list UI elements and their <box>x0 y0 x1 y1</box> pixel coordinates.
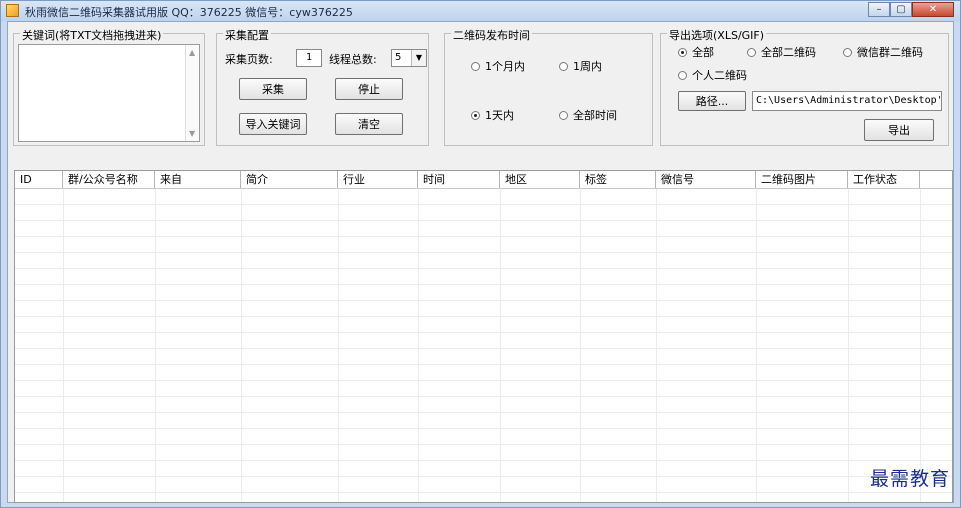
import-keywords-button[interactable]: 导入关键词 <box>239 113 307 135</box>
radio-export-all-label: 全部 <box>692 46 714 59</box>
column-header-wechat-id[interactable]: 微信号 <box>656 171 756 188</box>
column-header-industry[interactable]: 行业 <box>338 171 418 188</box>
column-header-intro[interactable]: 简介 <box>241 171 338 188</box>
radio-export-group-qr-indicator <box>843 47 852 57</box>
radio-one-day-indicator <box>471 110 480 120</box>
radio-export-all[interactable]: 全部 <box>678 44 714 60</box>
radio-export-personal-qr-label: 个人二维码 <box>692 69 747 82</box>
watermark: 最需教育 <box>869 468 950 490</box>
results-table[interactable]: ID 群/公众号名称 来自 简介 行业 时间 地区 标签 微信号 二维码图片 工… <box>14 170 953 503</box>
column-divider <box>155 189 156 502</box>
app-icon <box>6 4 19 17</box>
column-divider <box>920 189 921 502</box>
keywords-scrollbar[interactable]: ▲ ▼ <box>185 45 199 141</box>
pages-label: 采集页数: <box>225 53 273 66</box>
window-title: 秋雨微信二维码采集器试用版 QQ：376225 微信号：cyw376225 <box>25 6 353 19</box>
keywords-textarea[interactable]: ▲ ▼ <box>18 44 200 142</box>
column-header-status[interactable]: 工作状态 <box>848 171 920 188</box>
column-divider <box>63 189 64 502</box>
radio-one-week-indicator <box>559 61 568 71</box>
path-button[interactable]: 路径... <box>678 91 746 111</box>
close-button[interactable]: ✕ <box>912 2 954 17</box>
collect-config-legend: 采集配置 <box>223 27 271 43</box>
app-window: 秋雨微信二维码采集器试用版 QQ：376225 微信号：cyw376225 – … <box>0 0 961 508</box>
publish-time-group: 二维码发布时间 1个月内 1周内 1天内 全部时间 <box>444 27 653 146</box>
radio-one-week[interactable]: 1周内 <box>559 58 602 74</box>
radio-one-week-label: 1周内 <box>573 60 602 73</box>
pages-input[interactable]: 1 <box>296 49 322 67</box>
column-header-tags[interactable]: 标签 <box>580 171 656 188</box>
threads-label: 线程总数: <box>329 53 377 66</box>
column-header-name[interactable]: 群/公众号名称 <box>63 171 155 188</box>
column-header-qr-image[interactable]: 二维码图片 <box>756 171 848 188</box>
radio-one-day[interactable]: 1天内 <box>471 107 514 123</box>
radio-export-group-qr[interactable]: 微信群二维码 <box>843 44 923 60</box>
scroll-up-icon[interactable]: ▲ <box>189 48 195 57</box>
export-button[interactable]: 导出 <box>864 119 934 141</box>
radio-all-time[interactable]: 全部时间 <box>559 107 617 123</box>
radio-one-day-label: 1天内 <box>485 109 514 122</box>
column-header-region[interactable]: 地区 <box>500 171 580 188</box>
radio-export-all-qr-indicator <box>747 47 756 57</box>
radio-one-month-indicator <box>471 61 480 71</box>
radio-export-all-qr-label: 全部二维码 <box>761 46 816 59</box>
radio-export-personal-qr[interactable]: 个人二维码 <box>678 67 747 83</box>
column-divider <box>656 189 657 502</box>
collect-button[interactable]: 采集 <box>239 78 307 100</box>
export-legend: 导出选项(XLS/GIF) <box>667 27 767 43</box>
column-header-id[interactable]: ID <box>15 171 63 188</box>
radio-all-time-label: 全部时间 <box>573 109 617 122</box>
path-input[interactable]: C:\Users\Administrator\Desktop' <box>752 91 942 111</box>
radio-one-month[interactable]: 1个月内 <box>471 58 525 74</box>
chevron-down-icon[interactable]: ▼ <box>411 50 426 66</box>
radio-export-group-qr-label: 微信群二维码 <box>857 46 923 59</box>
column-divider <box>241 189 242 502</box>
window-controls: – ▢ ✕ <box>868 2 954 18</box>
threads-value: 5 <box>395 52 402 63</box>
column-divider <box>500 189 501 502</box>
radio-export-all-qr[interactable]: 全部二维码 <box>747 44 816 60</box>
stop-button[interactable]: 停止 <box>335 78 403 100</box>
maximize-button[interactable]: ▢ <box>890 2 912 17</box>
column-divider <box>338 189 339 502</box>
column-header-source[interactable]: 来自 <box>155 171 241 188</box>
export-group: 导出选项(XLS/GIF) 全部 全部二维码 微信群二维码 个人二维码 路径..… <box>660 27 949 146</box>
title-bar[interactable]: 秋雨微信二维码采集器试用版 QQ：376225 微信号：cyw376225 – … <box>1 1 960 21</box>
publish-time-legend: 二维码发布时间 <box>451 27 532 43</box>
column-divider <box>580 189 581 502</box>
minimize-button[interactable]: – <box>868 2 890 17</box>
column-header-time[interactable]: 时间 <box>418 171 500 188</box>
client-area: 关键词(将TXT文档拖拽进来) ▲ ▼ 采集配置 采集页数: 1 线程总数: 5… <box>7 21 954 503</box>
threads-select[interactable]: 5 ▼ <box>391 49 427 67</box>
clear-button[interactable]: 清空 <box>335 113 403 135</box>
table-body[interactable] <box>15 189 952 502</box>
table-header: ID 群/公众号名称 来自 简介 行业 时间 地区 标签 微信号 二维码图片 工… <box>15 171 952 189</box>
radio-one-month-label: 1个月内 <box>485 60 525 73</box>
scroll-down-icon[interactable]: ▼ <box>189 129 195 138</box>
radio-export-personal-qr-indicator <box>678 70 687 80</box>
column-divider <box>848 189 849 502</box>
radio-all-time-indicator <box>559 110 568 120</box>
collect-config-group: 采集配置 采集页数: 1 线程总数: 5 ▼ 采集 停止 导入关键词 清空 <box>216 27 429 146</box>
column-divider <box>756 189 757 502</box>
keywords-group: 关键词(将TXT文档拖拽进来) ▲ ▼ <box>13 27 205 146</box>
radio-export-all-indicator <box>678 47 687 57</box>
column-divider <box>418 189 419 502</box>
keywords-legend: 关键词(将TXT文档拖拽进来) <box>20 27 164 43</box>
